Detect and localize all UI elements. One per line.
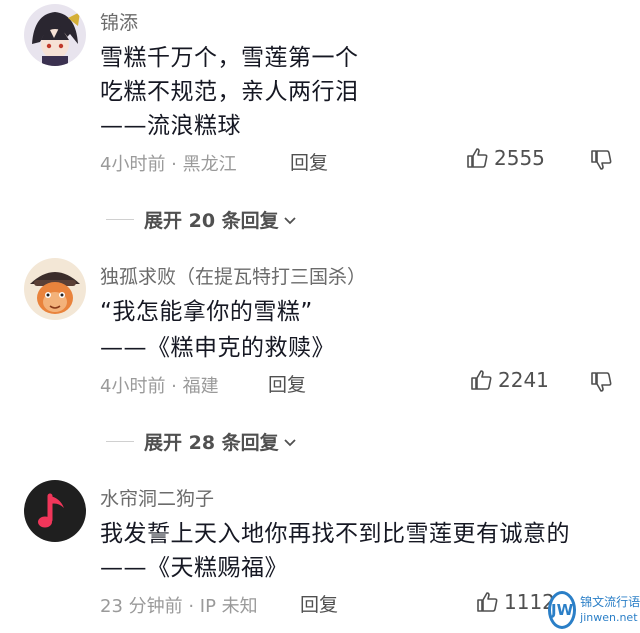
expand-replies-button[interactable]: 展开 20 条回复 bbox=[106, 206, 298, 233]
divider-line bbox=[106, 219, 134, 220]
watermark-site-url: jinwen.net bbox=[580, 610, 638, 624]
like-button[interactable]: 2241 bbox=[470, 368, 549, 392]
avatar[interactable] bbox=[24, 258, 86, 320]
chevron-down-icon bbox=[284, 216, 296, 224]
watermark-site-name: 锦文流行语 bbox=[580, 594, 640, 609]
avatar[interactable] bbox=[24, 480, 86, 542]
music-note-icon bbox=[24, 480, 86, 542]
comment-text-line: 吃糕不规范，亲人两行泪 bbox=[100, 79, 359, 105]
expand-replies-label: 展开 28 条回复 bbox=[144, 432, 279, 454]
like-button[interactable]: 2555 bbox=[466, 146, 545, 170]
dislike-button[interactable] bbox=[590, 370, 614, 398]
site-watermark: JW 锦文流行语 jinwen.net bbox=[548, 586, 640, 633]
divider-line bbox=[106, 441, 134, 442]
reply-button[interactable]: 回复 bbox=[300, 590, 338, 617]
comment-text-line: 雪糕千万个，雪莲第一个 bbox=[100, 45, 359, 71]
avatar[interactable] bbox=[24, 4, 86, 66]
like-count: 2555 bbox=[494, 146, 545, 170]
comment-meta: 4小时前 · 福建 bbox=[100, 376, 219, 397]
cartoon-avatar-image bbox=[24, 258, 86, 320]
comment-meta: 23 分钟前 · IP 未知 bbox=[100, 596, 258, 617]
comment-username[interactable]: 水帘洞二狗子 bbox=[100, 484, 214, 511]
reply-button[interactable]: 回复 bbox=[290, 148, 328, 175]
comment-text-line: ——流浪糕球 bbox=[100, 113, 241, 139]
chevron-down-icon bbox=[284, 438, 296, 446]
expand-replies-button[interactable]: 展开 28 条回复 bbox=[106, 428, 298, 455]
watermark-logo: JW bbox=[548, 590, 577, 629]
like-count: 2241 bbox=[498, 368, 549, 392]
reply-button[interactable]: 回复 bbox=[268, 370, 306, 397]
comment-text-line: ——《糕申克的救赎》 bbox=[100, 335, 335, 361]
thumb-up-icon bbox=[467, 148, 488, 168]
anime-avatar-image bbox=[24, 4, 86, 66]
comment-username[interactable]: 锦添 bbox=[100, 8, 138, 35]
thumb-down-icon bbox=[591, 150, 612, 170]
thumb-down-icon bbox=[591, 372, 612, 392]
thumb-up-icon bbox=[477, 592, 498, 612]
comment-meta: 4小时前 · 黑龙江 bbox=[100, 154, 237, 175]
thumb-up-icon bbox=[471, 370, 492, 390]
comment-text-line: ——《天糕赐福》 bbox=[100, 555, 288, 581]
expand-replies-label: 展开 20 条回复 bbox=[144, 210, 279, 232]
like-button[interactable]: 1112 bbox=[476, 590, 555, 614]
comment-text-line: “我怎能拿你的雪糕” bbox=[100, 299, 313, 325]
comment-text-line: 我发誓上天入地你再找不到比雪莲更有诚意的 bbox=[100, 521, 570, 547]
dislike-button[interactable] bbox=[590, 148, 614, 176]
comment-username[interactable]: 独孤求败（在提瓦特打三国杀） bbox=[100, 262, 366, 289]
